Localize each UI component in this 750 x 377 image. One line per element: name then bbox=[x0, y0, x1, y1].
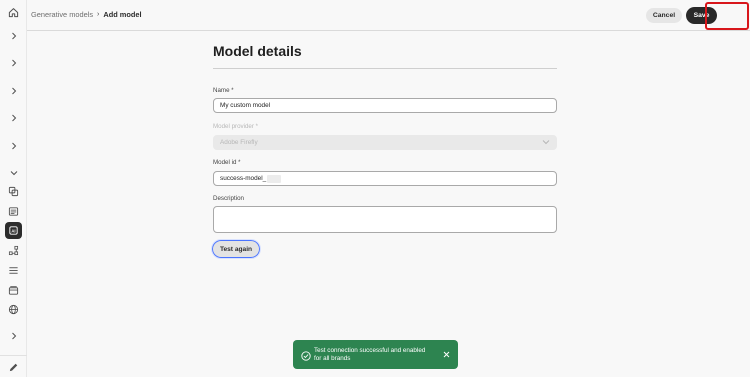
ai-model-icon[interactable]: AI bbox=[5, 222, 22, 239]
chevron-right-icon[interactable] bbox=[5, 327, 22, 344]
chevron-right-icon[interactable] bbox=[5, 137, 22, 154]
chevron-right-icon[interactable] bbox=[5, 27, 22, 44]
chevron-right-icon[interactable] bbox=[5, 82, 22, 99]
content-icon[interactable] bbox=[5, 183, 22, 200]
page-title: Model details bbox=[213, 43, 302, 59]
checkmark-circle-icon bbox=[301, 348, 311, 366]
chevron-down-icon[interactable] bbox=[5, 164, 22, 181]
edit-icon[interactable] bbox=[5, 359, 22, 376]
cards-icon[interactable] bbox=[5, 282, 22, 299]
redacted-text-mask bbox=[267, 174, 282, 183]
required-mark: * bbox=[238, 160, 241, 166]
name-input[interactable]: My custom model bbox=[213, 98, 557, 113]
rail-divider bbox=[0, 355, 27, 356]
model-provider-label: Model provider * bbox=[213, 123, 258, 130]
name-input-value: My custom model bbox=[220, 102, 271, 109]
model-provider-value: Adobe Firefly bbox=[220, 139, 258, 146]
top-bar: Generative models › Add model bbox=[27, 0, 750, 31]
name-label-text: Name bbox=[213, 87, 230, 94]
name-label: Name * bbox=[213, 87, 234, 94]
model-id-label-text: Model id bbox=[213, 159, 237, 166]
globe-icon[interactable] bbox=[5, 301, 22, 318]
required-mark: * bbox=[255, 124, 259, 130]
left-nav-rail: AI bbox=[0, 0, 27, 377]
close-icon[interactable] bbox=[441, 349, 451, 359]
chevron-down-icon bbox=[542, 138, 550, 148]
model-id-label: Model id * bbox=[213, 159, 240, 166]
model-provider-select: Adobe Firefly bbox=[213, 135, 557, 150]
description-label-text: Description bbox=[213, 195, 244, 202]
title-divider bbox=[213, 68, 557, 69]
template-icon[interactable] bbox=[5, 203, 22, 220]
model-provider-label-text: Model provider bbox=[213, 123, 254, 130]
test-again-button[interactable]: Test again bbox=[211, 239, 261, 259]
save-button-highlight-box bbox=[705, 2, 749, 30]
model-id-input[interactable]: success-model_ bbox=[213, 171, 557, 186]
toast-message: Test connection successful and enabled f… bbox=[314, 347, 426, 362]
home-icon[interactable] bbox=[5, 4, 22, 21]
breadcrumb-separator-icon: › bbox=[97, 11, 100, 18]
list-icon[interactable] bbox=[5, 262, 22, 279]
cancel-button[interactable]: Cancel bbox=[646, 8, 682, 23]
success-toast: Test connection successful and enabled f… bbox=[293, 340, 458, 369]
required-mark: * bbox=[231, 88, 234, 94]
workflow-icon[interactable] bbox=[5, 242, 22, 259]
description-textarea[interactable] bbox=[213, 206, 557, 233]
chevron-right-icon[interactable] bbox=[5, 109, 22, 126]
breadcrumb-link-generative-models[interactable]: Generative models bbox=[31, 10, 93, 19]
breadcrumb: Generative models › Add model bbox=[31, 10, 142, 19]
description-label: Description bbox=[213, 195, 244, 202]
svg-text:AI: AI bbox=[11, 228, 15, 233]
model-id-value: success-model_ bbox=[220, 175, 267, 182]
breadcrumb-current: Add model bbox=[103, 10, 142, 19]
chevron-right-icon[interactable] bbox=[5, 54, 22, 71]
